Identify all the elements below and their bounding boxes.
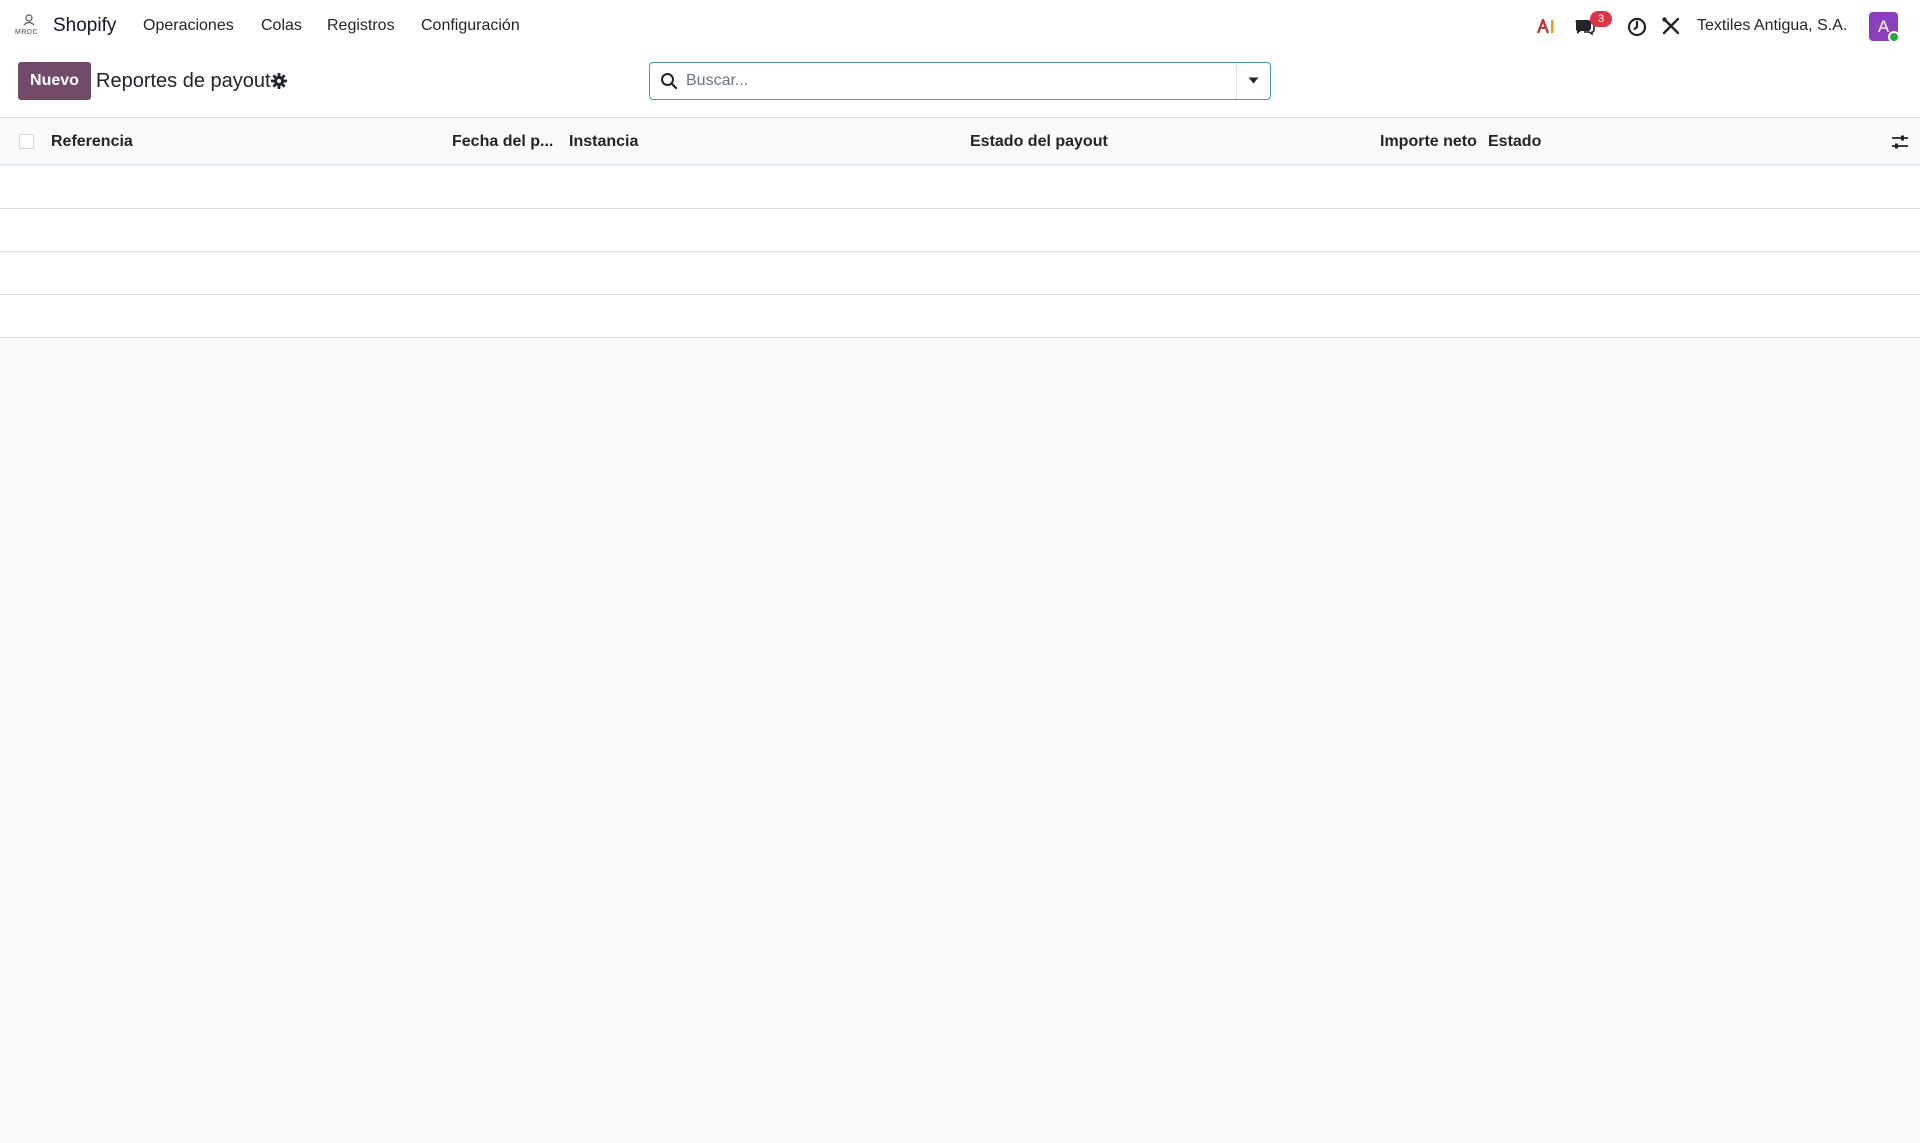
column-header-estado[interactable]: Estado bbox=[1488, 132, 1541, 152]
caret-down-icon bbox=[1248, 77, 1259, 84]
presence-indicator bbox=[1888, 31, 1900, 43]
column-header-referencia[interactable]: Referencia bbox=[51, 132, 133, 152]
sliders-icon[interactable] bbox=[1891, 133, 1909, 151]
menu-item-operaciones[interactable]: Operaciones bbox=[143, 16, 234, 36]
table-row bbox=[0, 209, 1920, 252]
svg-text:MRDC: MRDC bbox=[15, 29, 38, 36]
menu-item-registros[interactable]: Registros bbox=[327, 16, 395, 36]
new-button[interactable]: Nuevo bbox=[18, 62, 91, 100]
company-switcher[interactable]: Textiles Antigua, S.A. bbox=[1697, 16, 1847, 36]
clock-icon[interactable] bbox=[1625, 14, 1649, 38]
table-row bbox=[0, 252, 1920, 295]
select-all-checkbox[interactable] bbox=[19, 134, 34, 149]
column-header-instancia[interactable]: Instancia bbox=[569, 132, 638, 152]
table-row bbox=[0, 166, 1920, 209]
column-header-importe-neto[interactable]: Importe neto bbox=[1380, 132, 1477, 152]
tools-icon[interactable] bbox=[1659, 14, 1683, 38]
menu-item-colas[interactable]: Colas bbox=[261, 16, 302, 36]
search-options-toggle[interactable] bbox=[1236, 63, 1270, 99]
app-name[interactable]: Shopify bbox=[53, 14, 116, 38]
app-logo-icon[interactable]: MRDC bbox=[14, 14, 44, 36]
page-title: Reportes de payout bbox=[96, 70, 271, 92]
menu-item-configuracion[interactable]: Configuración bbox=[421, 16, 520, 36]
top-navbar: MRDC Shopify Operaciones Colas Registros… bbox=[0, 0, 1920, 52]
list-header: Referencia Fecha del p... Instancia Esta… bbox=[0, 118, 1920, 165]
table-row bbox=[0, 295, 1920, 338]
search-box bbox=[649, 62, 1271, 100]
column-header-estado-payout[interactable]: Estado del payout bbox=[970, 132, 1108, 152]
column-header-fecha[interactable]: Fecha del p... bbox=[452, 132, 553, 152]
ai-icon[interactable] bbox=[1535, 14, 1559, 38]
chat-badge: 3 bbox=[1590, 11, 1612, 27]
search-icon bbox=[661, 73, 678, 90]
gear-icon[interactable] bbox=[269, 71, 289, 91]
search-input[interactable] bbox=[686, 64, 1226, 98]
control-panel: Nuevo Reportes de payout bbox=[0, 52, 1920, 118]
